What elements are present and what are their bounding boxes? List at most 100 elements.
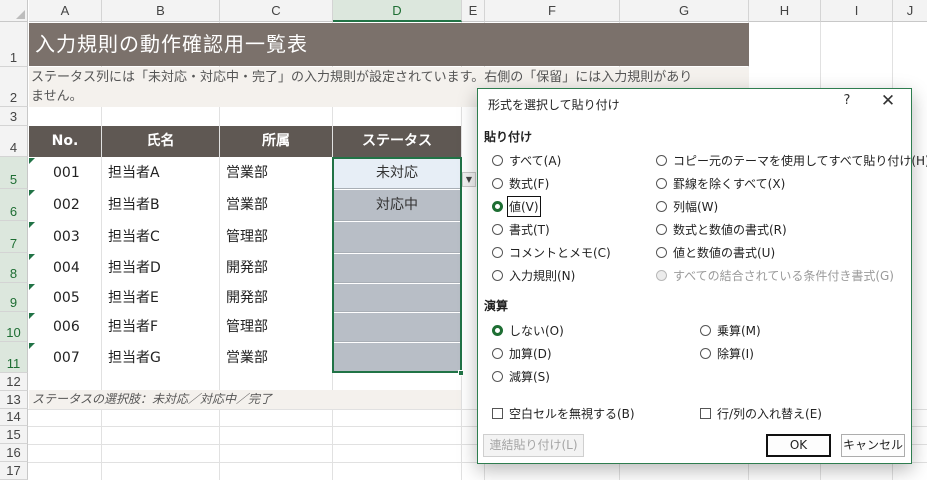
row-header-13[interactable]: 13: [0, 391, 28, 409]
radio-icon: [492, 347, 503, 359]
operation-group-label: 演算: [484, 299, 509, 313]
cell-dept[interactable]: 開発部: [220, 284, 332, 312]
cell-dept[interactable]: 開発部: [220, 254, 332, 283]
row-header-1[interactable]: 1: [0, 22, 28, 67]
table-header-no[interactable]: No.: [29, 126, 101, 157]
column-header-i[interactable]: I: [821, 0, 893, 22]
paste-option-validation[interactable]: 入力規則(N): [492, 267, 575, 283]
cell-no[interactable]: 007: [29, 343, 101, 373]
row-header-9[interactable]: 9: [0, 283, 28, 312]
transpose-checkbox[interactable]: 行/列の入れ替え(E): [700, 405, 822, 421]
row-header-7[interactable]: 7: [0, 221, 28, 253]
cell-dept[interactable]: 管理部: [220, 313, 332, 342]
error-indicator-icon[interactable]: [29, 343, 35, 349]
row-header-10[interactable]: 10: [0, 312, 28, 342]
operation-option-none[interactable]: しない(O): [492, 322, 564, 338]
error-indicator-icon[interactable]: [29, 284, 35, 290]
table-header-name[interactable]: 氏名: [102, 126, 219, 157]
cell-status[interactable]: [333, 222, 461, 253]
cell-no[interactable]: 006: [29, 313, 101, 342]
cell-name[interactable]: 担当者F: [102, 313, 219, 342]
column-header-j[interactable]: J: [893, 0, 927, 22]
table-header-dept[interactable]: 所属: [220, 126, 332, 157]
cell-name[interactable]: 担当者C: [102, 222, 219, 253]
row-header-2[interactable]: 2: [0, 67, 28, 107]
column-header-a[interactable]: A: [29, 0, 102, 22]
cell-status[interactable]: [333, 313, 461, 342]
cell-dept[interactable]: 管理部: [220, 222, 332, 253]
paste-option-column-widths[interactable]: 列幅(W): [656, 198, 718, 214]
paste-option-except-borders[interactable]: 罫線を除くすべて(X): [656, 175, 785, 191]
close-icon[interactable]: ✕: [879, 91, 897, 111]
fill-handle[interactable]: [458, 370, 464, 376]
operation-option-multiply[interactable]: 乗算(M): [700, 322, 761, 338]
paste-option-source-theme[interactable]: コピー元のテーマを使用してすべて貼り付け(H): [656, 152, 927, 168]
operation-option-subtract[interactable]: 減算(S): [492, 368, 550, 384]
cell-status[interactable]: [333, 254, 461, 283]
row-header-5[interactable]: 5: [0, 157, 28, 189]
cell-status[interactable]: 未対応: [333, 158, 461, 189]
cell-no[interactable]: 003: [29, 222, 101, 253]
cell-no[interactable]: 005: [29, 284, 101, 312]
help-icon[interactable]: ?: [839, 93, 855, 108]
paste-special-dialog: 形式を選択して貼り付け ? ✕ 貼り付け すべて(A) 数式(F) 値(V) 書…: [477, 88, 927, 464]
column-header-e[interactable]: E: [462, 0, 485, 22]
error-indicator-icon[interactable]: [29, 254, 35, 260]
sheet-title[interactable]: 入力規則の動作確認用一覧表: [29, 23, 749, 66]
cell-status[interactable]: [333, 284, 461, 312]
status-options-note[interactable]: ステータスの選択肢：未対応／対応中／完了: [29, 390, 461, 409]
error-indicator-icon[interactable]: [29, 222, 35, 228]
column-header-h[interactable]: H: [749, 0, 821, 22]
row-header-12[interactable]: 12: [0, 373, 28, 391]
error-indicator-icon[interactable]: [29, 313, 35, 319]
row-header-14[interactable]: 14: [0, 409, 28, 426]
paste-option-values[interactable]: 値(V): [492, 195, 541, 217]
dialog-title: 形式を選択して貼り付け: [488, 98, 620, 112]
ok-button[interactable]: OK: [766, 434, 831, 457]
error-indicator-icon[interactable]: [29, 158, 35, 164]
row-header-8[interactable]: 8: [0, 253, 28, 283]
cell-dept[interactable]: 営業部: [220, 158, 332, 189]
column-header-c[interactable]: C: [220, 0, 333, 22]
cell-dept[interactable]: 営業部: [220, 190, 332, 221]
paste-option-formats[interactable]: 書式(T): [492, 221, 550, 237]
cell-status[interactable]: 対応中: [333, 190, 461, 221]
cell-dept[interactable]: 営業部: [220, 343, 332, 373]
operation-option-add[interactable]: 加算(D): [492, 345, 552, 361]
row-header-3[interactable]: 3: [0, 107, 28, 126]
column-header-d[interactable]: D: [333, 0, 462, 22]
paste-option-formulas[interactable]: 数式(F): [492, 175, 549, 191]
dropdown-arrow-icon[interactable]: ▼: [462, 172, 476, 187]
radio-disabled-icon: [656, 269, 667, 281]
row-header-17[interactable]: 17: [0, 462, 28, 480]
cell-status[interactable]: [333, 343, 461, 373]
cell-no[interactable]: 002: [29, 190, 101, 221]
column-header-b[interactable]: B: [102, 0, 220, 22]
column-header-f[interactable]: F: [485, 0, 620, 22]
row-header-6[interactable]: 6: [0, 189, 28, 221]
row-header-15[interactable]: 15: [0, 426, 28, 444]
column-header-g[interactable]: G: [620, 0, 749, 22]
cancel-button[interactable]: キャンセル: [841, 434, 905, 457]
row-header-16[interactable]: 16: [0, 444, 28, 462]
table-header-status[interactable]: ステータス: [333, 126, 461, 157]
operation-option-divide[interactable]: 除算(I): [700, 345, 754, 361]
cell-name[interactable]: 担当者G: [102, 343, 219, 373]
cell-no[interactable]: 004: [29, 254, 101, 283]
cell-name[interactable]: 担当者B: [102, 190, 219, 221]
radio-icon: [492, 246, 503, 258]
paste-option-formulas-number-formats[interactable]: 数式と数値の書式(R): [656, 221, 787, 237]
row-header-11[interactable]: 11: [0, 342, 28, 373]
skip-blanks-checkbox[interactable]: 空白セルを無視する(B): [492, 405, 635, 421]
error-indicator-icon[interactable]: [29, 190, 35, 196]
paste-option-all[interactable]: すべて(A): [492, 152, 561, 168]
paste-option-comments[interactable]: コメントとメモ(C): [492, 244, 611, 260]
cell-name[interactable]: 担当者A: [102, 158, 219, 189]
cell-no[interactable]: 001: [29, 158, 101, 189]
select-all-corner[interactable]: [0, 0, 28, 22]
radio-icon: [492, 177, 503, 189]
paste-option-values-number-formats[interactable]: 値と数値の書式(U): [656, 244, 775, 260]
cell-name[interactable]: 担当者D: [102, 254, 219, 283]
row-header-4[interactable]: 4: [0, 126, 28, 157]
cell-name[interactable]: 担当者E: [102, 284, 219, 312]
